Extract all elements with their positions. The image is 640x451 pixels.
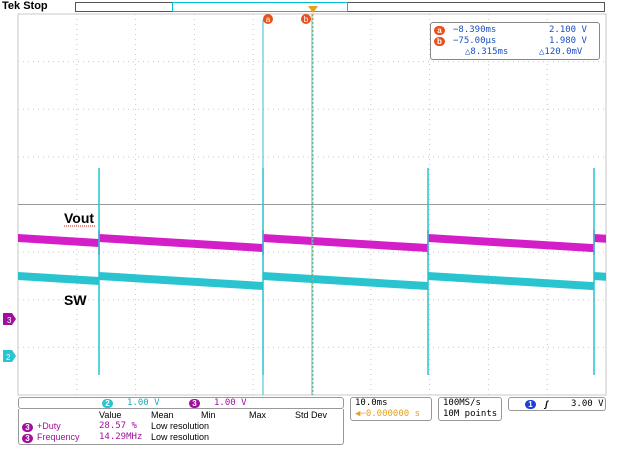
ch2-marker-text: 2 <box>6 353 11 362</box>
bottom-panel: 2 1.00 V 3 1.00 V Value Mean Min Max Std… <box>0 395 640 451</box>
horizontal-timebase-box[interactable]: 10.0ms ◀−0.000000 s <box>350 397 432 421</box>
timebase-scale[interactable]: 10.0ms <box>355 398 388 409</box>
trigger-slope-icon: ʃ <box>545 399 548 409</box>
record-length: 10M points <box>443 409 498 419</box>
cursor-b-marker-label: b <box>304 15 309 24</box>
sw-trace-segment <box>18 272 99 285</box>
measurement-table[interactable]: Value Mean Min Max Std Dev 3 +Duty 28.57… <box>18 409 344 445</box>
trigger-position[interactable]: ◀−0.000000 s <box>355 409 420 420</box>
meas-row-2-value: 14.29MHz <box>99 432 143 442</box>
channel-3-ground-marker[interactable]: 3 <box>3 313 16 325</box>
meas-row-2-note: Low resolution <box>151 432 210 442</box>
meas-row-2-name[interactable]: Frequency <box>37 432 80 443</box>
ch2-badge: 2 <box>102 399 113 408</box>
meas-header-max: Max <box>249 410 267 420</box>
meas-row-1-note: Low resolution <box>151 421 210 431</box>
sw-trace-segment <box>594 272 606 281</box>
ch3-marker-text: 3 <box>7 316 12 325</box>
cursor-a-marker-label: a <box>266 15 271 24</box>
meas-row-2-ch-badge: 3 <box>22 434 33 443</box>
cursor-delta-voltage: △120.0mV <box>539 47 583 57</box>
vout-trace-segment <box>594 234 606 243</box>
meas-header-stddev: Std Dev <box>295 410 328 420</box>
vout-trace-segment <box>18 234 99 247</box>
sw-label: SW <box>64 292 87 308</box>
vout-trace-segment <box>263 234 428 253</box>
meas-header-min: Min <box>201 410 216 420</box>
ch2-scale[interactable]: 1.00 V <box>127 398 160 409</box>
trigger-source-badge: 1 <box>525 400 536 409</box>
meas-row-1-value: 28.57 % <box>99 421 137 431</box>
channel-2-ground-marker[interactable]: 2 <box>3 350 16 362</box>
sw-trace-segment <box>428 272 594 291</box>
meas-header-value: Value <box>99 410 122 420</box>
cursor-a-voltage: 2.100 V <box>549 25 587 35</box>
cursor-delta-time: △8.315ms <box>465 47 509 57</box>
meas-header-mean: Mean <box>151 410 174 420</box>
meas-row-1-name[interactable]: +Duty <box>37 421 61 432</box>
acquisition-box[interactable]: 100MS/s 10M points <box>438 397 502 421</box>
sw-trace-segment <box>99 272 263 290</box>
cursor-a-time: −8.390ms <box>453 25 497 35</box>
vout-trace-segment <box>428 234 594 253</box>
vout-label: Vout <box>64 210 94 226</box>
cursor-readout[interactable]: a −8.390ms 2.100 V b −75.00μs 1.980 V △8… <box>430 22 600 60</box>
vout-trace-segment <box>99 234 263 252</box>
trigger-settings-box[interactable]: 1 ʃ 3.00 V <box>508 397 606 411</box>
trigger-position-marker[interactable] <box>308 6 318 13</box>
ch3-badge: 3 <box>189 399 200 408</box>
cursor-b-voltage: 1.980 V <box>549 36 587 46</box>
cursor-a-badge: a <box>434 26 445 35</box>
waveform-display[interactable]: a b Vout SW 3 2 <box>0 0 640 451</box>
meas-row-1-ch-badge: 3 <box>22 423 33 432</box>
ch3-scale[interactable]: 1.00 V <box>214 398 247 409</box>
sample-rate: 100MS/s <box>443 398 481 408</box>
channel-settings-strip[interactable]: 2 1.00 V 3 1.00 V <box>18 397 344 409</box>
cursor-b-badge: b <box>434 37 445 46</box>
trigger-level[interactable]: 3.00 V <box>571 399 604 410</box>
sw-trace-segment <box>263 272 428 291</box>
cursor-b-time: −75.00μs <box>453 36 497 46</box>
